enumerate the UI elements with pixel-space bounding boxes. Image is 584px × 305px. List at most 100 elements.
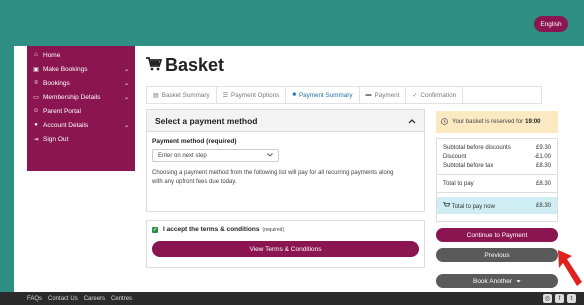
cart-icon: ▤: [153, 92, 159, 99]
row-label: Total to pay now: [443, 201, 495, 210]
cart-icon: [146, 57, 163, 74]
row-label: Total to pay: [443, 180, 474, 187]
discount-row: Discount -£1.00: [437, 152, 557, 161]
payment-method-select[interactable]: Enter on next step: [152, 149, 279, 162]
payment-method-panel: Select a payment method Payment method (…: [146, 109, 425, 212]
basket-totals: Subtotal before discounts £9.30 Discount…: [436, 138, 558, 222]
row-value: £8.30: [535, 180, 551, 187]
cart-icon: [443, 201, 452, 210]
row-label: Subtotal before tax: [443, 162, 494, 169]
list-icon: ☰: [222, 92, 229, 99]
subtotal-before-tax-row: Subtotal before tax £8.30: [437, 161, 557, 170]
required-tag: (required): [262, 226, 285, 233]
chevron-down-icon: ⌄: [123, 122, 129, 129]
sign-out-icon: ⇥: [33, 136, 39, 143]
reservation-text: Your basket is reserved for: [452, 119, 524, 125]
previous-button[interactable]: Previous: [436, 248, 558, 262]
footer-link-careers[interactable]: Careers: [84, 296, 105, 302]
sidebar-item-label: Parent Portal: [43, 107, 81, 115]
home-icon: ⌂: [34, 52, 38, 58]
terms-checkbox-row[interactable]: ✓ I accept the terms & conditions (requi…: [152, 226, 419, 233]
list-icon: ≡: [34, 80, 38, 86]
book-another-button[interactable]: Book Another: [436, 274, 558, 288]
step-basket-summary[interactable]: ▤ Basket Summary: [147, 87, 217, 103]
language-button[interactable]: English: [534, 16, 568, 32]
reservation-time: 19:00: [525, 119, 541, 125]
continue-to-payment-button[interactable]: Continue to Payment: [436, 228, 558, 242]
page-title-text: Basket: [165, 55, 225, 75]
facebook-icon[interactable]: f: [555, 294, 564, 303]
total-to-pay-now-row: Total to pay now £8.30: [437, 197, 557, 214]
payment-method-note: Choosing a payment method from the follo…: [152, 170, 394, 185]
row-value: £8.30: [535, 162, 551, 169]
payment-method-label: Payment method (required): [152, 138, 237, 145]
footer-link-contact-us[interactable]: Contact Us: [48, 296, 78, 302]
card-icon: ▬: [365, 92, 372, 98]
view-terms-button[interactable]: View Terms & Conditions: [152, 241, 419, 257]
step-label: Payment Summary: [298, 91, 353, 99]
step-payment-options[interactable]: ☰ Payment Options: [217, 87, 287, 103]
sidebar-item-label: Account Details: [43, 121, 89, 129]
sidebar-item-label: Home: [43, 51, 61, 59]
sidebar-item-home[interactable]: ⌂ Home: [27, 48, 135, 62]
sidebar-item-bookings[interactable]: ≡ Bookings ⌄: [27, 76, 135, 90]
sidebar-item-label: Bookings: [43, 79, 70, 87]
row-value: -£1.00: [533, 153, 551, 160]
sidebar-item-account-details[interactable]: ● Account Details ⌄: [27, 118, 135, 132]
terms-label: I accept the terms & conditions: [163, 226, 260, 233]
instagram-icon[interactable]: ◎: [543, 294, 552, 303]
chevron-down-icon: ⌄: [123, 94, 129, 101]
chevron-down-icon: ⌄: [123, 80, 129, 87]
step-confirmation[interactable]: ✓ Confirmation: [406, 87, 464, 103]
divider: [437, 192, 557, 193]
chevron-down-icon: [267, 152, 273, 159]
document-icon: ■: [292, 92, 296, 98]
calendar-icon: ▣: [33, 66, 39, 73]
chevron-down-icon: ⌄: [123, 66, 129, 73]
sidebar-item-label: Sign Out: [43, 135, 69, 143]
sidebar: ⌂ Home ▣ Make Bookings ⌄ ≡ Bookings ⌄ ▭ …: [27, 46, 135, 171]
pointer-arrow-icon: [558, 250, 582, 286]
chevron-up-icon[interactable]: [408, 116, 416, 126]
sidebar-item-parent-portal[interactable]: ☺ Parent Portal: [27, 104, 135, 118]
check-icon: ✓: [412, 92, 418, 99]
page-title: Basket: [146, 55, 224, 76]
sidebar-item-label: Make Bookings: [43, 65, 88, 73]
user-icon: ●: [34, 122, 38, 128]
subtotal-before-discounts-row: Subtotal before discounts £9.30: [437, 143, 557, 152]
payment-method-value: Enter on next step: [158, 152, 207, 159]
panel-title: Select a payment method: [155, 115, 258, 126]
book-another-label: Book Another: [472, 277, 513, 285]
person-icon: ☺: [32, 108, 40, 114]
footer-link-faqs[interactable]: FAQs: [27, 296, 42, 302]
pay-now-label: Total to pay now: [451, 203, 495, 210]
chevron-down-icon: [516, 278, 521, 285]
step-label: Payment: [374, 91, 400, 99]
total-to-pay-row: Total to pay £8.30: [437, 179, 557, 188]
step-label: Basket Summary: [161, 91, 210, 99]
footer: FAQs Contact Us Careers Centres ◎ f t: [0, 292, 584, 305]
sidebar-item-make-bookings[interactable]: ▣ Make Bookings ⌄: [27, 62, 135, 76]
sidebar-item-label: Membership Details: [43, 93, 101, 101]
divider: [437, 174, 557, 175]
social-links: ◎ f t: [540, 294, 576, 303]
step-label: Confirmation: [420, 91, 457, 99]
step-payment[interactable]: ▬ Payment: [360, 87, 407, 103]
step-label: Payment Options: [231, 91, 280, 99]
row-value: £8.30: [535, 202, 551, 209]
clock-icon: [441, 117, 448, 127]
sidebar-item-sign-out[interactable]: ⇥ Sign Out: [27, 132, 135, 146]
panel-header[interactable]: Select a payment method: [147, 110, 424, 132]
twitter-icon[interactable]: t: [567, 294, 576, 303]
sidebar-item-membership-details[interactable]: ▭ Membership Details ⌄: [27, 90, 135, 104]
checkout-steps: ▤ Basket Summary ☰ Payment Options ■ Pay…: [146, 86, 542, 104]
id-card-icon: ▭: [33, 94, 39, 101]
terms-panel: ✓ I accept the terms & conditions (requi…: [146, 220, 425, 268]
reservation-banner: Your basket is reserved for 19:00: [436, 111, 558, 133]
terms-checkbox[interactable]: ✓: [152, 226, 158, 233]
step-payment-summary[interactable]: ■ Payment Summary: [286, 87, 360, 103]
row-label: Subtotal before discounts: [443, 144, 511, 151]
row-label: Discount: [443, 153, 467, 160]
footer-link-centres[interactable]: Centres: [111, 296, 132, 302]
row-value: £9.30: [535, 144, 551, 151]
